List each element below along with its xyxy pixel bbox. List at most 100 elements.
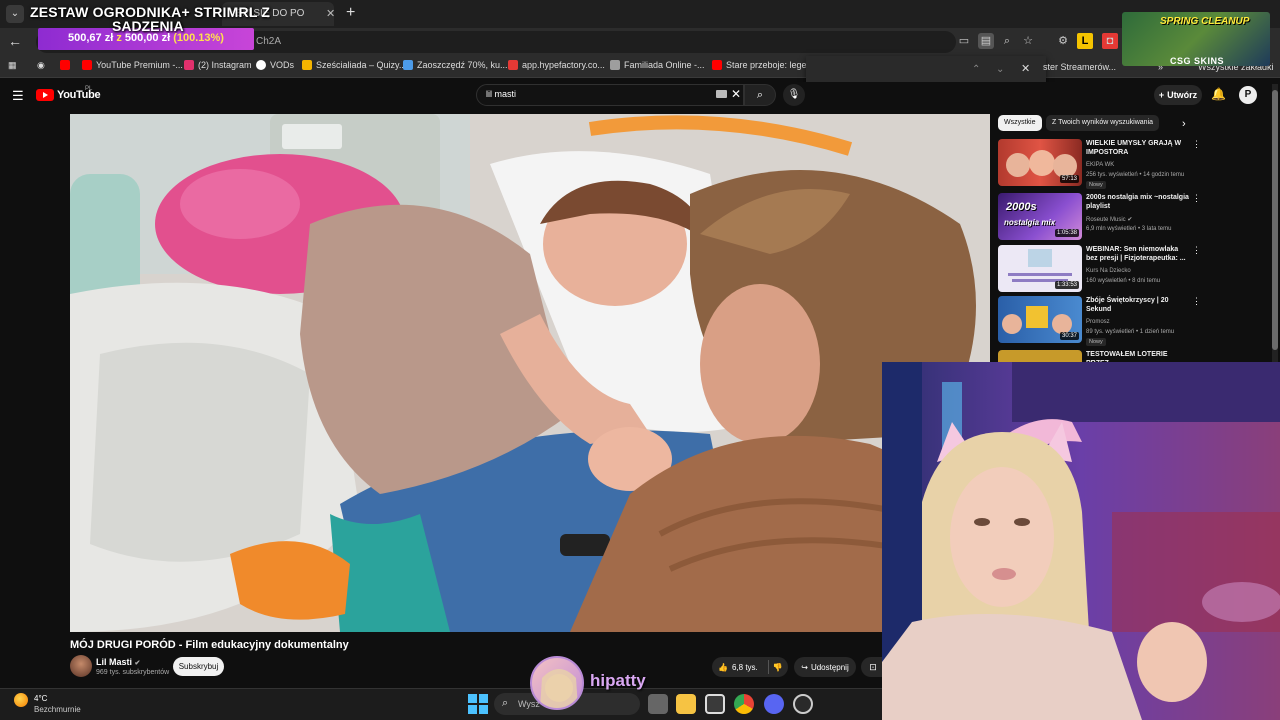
video-thumbnail[interactable] xyxy=(998,350,1082,362)
recommendation-meta: 6,9 mln wyświetleń • 3 lata temu xyxy=(1086,226,1172,232)
weather-sun-icon[interactable] xyxy=(14,693,28,707)
bookmark-item[interactable]: YouTube Premium -... xyxy=(82,60,183,70)
weather-temperature[interactable]: 4°C xyxy=(34,694,47,703)
video-duration: 1:05:38 xyxy=(1054,229,1079,237)
recommendation-meta: 256 tys. wyświetleń • 14 godzin temu xyxy=(1086,172,1185,178)
reader-icon[interactable]: ▤ xyxy=(978,33,994,49)
channel-name[interactable]: Lil Masti ✔ xyxy=(96,657,140,667)
donation-percent: (100.13%) xyxy=(173,32,224,44)
thumbs-down-icon[interactable]: 👎 xyxy=(773,663,783,672)
zoom-icon[interactable]: ⌕ xyxy=(999,33,1015,49)
chip-from-search[interactable]: Z Twoich wyników wyszukiwania xyxy=(1046,115,1160,131)
streamer-avatar xyxy=(530,656,584,710)
recommendation-title[interactable]: 2000s nostalgia mix ~nostalgia playlist xyxy=(1086,193,1190,211)
scrollbar-thumb[interactable] xyxy=(1272,90,1278,350)
tab-search-icon[interactable]: ⌄ xyxy=(6,5,24,23)
bookmark-item[interactable]: VODs xyxy=(256,60,294,70)
video-duration: 30:37 xyxy=(1059,332,1079,340)
recommendation-channel-text: Roseute Music xyxy=(1086,217,1126,223)
video-thumbnail[interactable]: 57:13 xyxy=(998,139,1082,186)
youtube-icon xyxy=(82,60,92,70)
subscribe-button[interactable]: Subskrybuj xyxy=(173,657,224,676)
close-tab-icon[interactable]: ✕ xyxy=(326,7,335,20)
search-input[interactable] xyxy=(476,84,744,106)
video-thumbnail[interactable]: 30:37 xyxy=(998,296,1082,343)
streamer-webcam xyxy=(882,362,1280,720)
recommendation-title[interactable]: WIELKIE UMYSŁY GRAJĄ W IMPOSTORA xyxy=(1086,139,1190,157)
video-thumbnail[interactable]: 2000s nostalgia mix 1:05:38 xyxy=(998,193,1082,240)
bookmark-item[interactable]: ster Streamerów... xyxy=(1043,62,1116,72)
recommendation-item[interactable]: 30:37 Zbóje Świętokrzyscy | 20 Sekund Pr… xyxy=(998,296,1201,346)
donation-goal: 500,00 zł xyxy=(124,32,171,44)
share-icon: ↪ xyxy=(801,662,808,672)
menu-icon[interactable]: ☰ xyxy=(12,88,24,104)
apps-grid-icon[interactable]: ▦ xyxy=(8,60,17,71)
recommendation-channel[interactable]: Promosz xyxy=(1086,319,1110,325)
obs-icon[interactable] xyxy=(793,694,813,714)
bookmark-star-icon[interactable]: ☆ xyxy=(1020,33,1036,49)
recommendation-item[interactable]: 2000s nostalgia mix 1:05:38 2000s nostal… xyxy=(998,193,1201,243)
back-arrow-icon[interactable]: ← xyxy=(8,33,22,49)
recommendation-item[interactable]: 57:13 WIELKIE UMYSŁY GRAJĄ W IMPOSTORA E… xyxy=(998,139,1201,189)
like-button[interactable]: 👍 6,8 tys. 👎 xyxy=(712,657,788,677)
more-options-icon[interactable]: ⋮ xyxy=(1192,193,1201,204)
keyboard-icon[interactable] xyxy=(716,90,727,98)
extension-l-icon[interactable]: L xyxy=(1077,33,1093,49)
recommendation-channel[interactable]: EKIPA WK xyxy=(1086,162,1114,168)
bookmark-label: Stare przeboje: lege... xyxy=(726,60,815,70)
country-code: PL xyxy=(85,86,93,92)
recommendation-title[interactable]: TESTOWAŁEM LOTERIE PRZEZ xyxy=(1086,350,1190,362)
bookmark-item[interactable] xyxy=(60,60,70,70)
video-thumbnail[interactable]: 1:33:53 xyxy=(998,245,1082,292)
familiada-icon xyxy=(610,60,620,70)
bookmark-item[interactable]: Stare przeboje: lege... xyxy=(712,60,814,70)
more-options-icon[interactable]: ⋮ xyxy=(1192,245,1201,256)
bookmark-item[interactable]: (2) Instagram xyxy=(184,60,252,70)
clear-search-icon[interactable]: ✕ xyxy=(731,87,741,101)
recommendation-channel[interactable]: Kurs Na Dziecko xyxy=(1086,268,1131,274)
video-player[interactable] xyxy=(70,114,990,632)
find-next-icon[interactable]: ⌄ xyxy=(996,64,1004,75)
bookmark-label: (2) Instagram xyxy=(198,60,252,70)
chrome-icon[interactable] xyxy=(734,694,754,714)
video-title: MÓJ DRUGI PORÓD - Film edukacyjny dokume… xyxy=(70,639,349,651)
recommendation-item[interactable]: TESTOWAŁEM LOTERIE PRZEZ xyxy=(998,350,1198,362)
chip-all[interactable]: Wszystkie xyxy=(998,115,1042,131)
channel-avatar[interactable] xyxy=(70,655,92,677)
microphone-icon[interactable]: 🎙 xyxy=(783,84,805,106)
video-duration: 57:13 xyxy=(1059,175,1079,183)
recommendation-title[interactable]: WEBINAR: Sen niemowlaka bez presji | Fiz… xyxy=(1086,245,1190,263)
bookmark-item[interactable]: Sześcialiada – Quizy... xyxy=(302,60,406,70)
chevron-right-icon[interactable]: › xyxy=(1182,118,1186,130)
new-tab-button[interactable]: + xyxy=(346,4,355,22)
bookmark-item[interactable]: Familiada Online -... xyxy=(610,60,705,70)
bookmark-item[interactable]: Zaoszczędź 70%, ku... xyxy=(403,60,508,70)
recommendation-item[interactable]: 1:33:53 WEBINAR: Sen niemowlaka bez pres… xyxy=(998,245,1201,295)
notifications-bell-icon[interactable]: 🔔 xyxy=(1211,87,1226,101)
file-explorer-icon[interactable] xyxy=(676,694,696,714)
task-view-icon[interactable] xyxy=(648,694,668,714)
extension-icon[interactable]: ⚙ xyxy=(1055,33,1071,49)
github-icon[interactable]: ◉ xyxy=(37,60,45,71)
find-previous-icon[interactable]: ⌃ xyxy=(972,64,980,75)
extension-red-icon[interactable]: ◘ xyxy=(1102,33,1118,49)
recommendation-channel[interactable]: Roseute Music ✔ xyxy=(1086,216,1132,223)
channel-name-text: Lil Masti xyxy=(96,657,133,667)
more-options-icon[interactable]: ⋮ xyxy=(1192,296,1201,307)
find-close-icon[interactable]: ✕ xyxy=(1021,62,1030,75)
search-button[interactable]: ⌕ xyxy=(744,84,776,106)
bookmark-item[interactable]: app.hypefactory.co... xyxy=(508,60,605,70)
discord-icon[interactable] xyxy=(764,694,784,714)
account-avatar[interactable]: P xyxy=(1239,86,1257,104)
cast-icon[interactable]: ▭ xyxy=(956,33,972,49)
plus-icon: + xyxy=(1158,90,1165,100)
create-button[interactable]: + Utwórz xyxy=(1154,85,1202,105)
recommendation-title[interactable]: Zbóje Świętokrzyscy | 20 Sekund xyxy=(1086,296,1190,314)
microsoft-store-icon[interactable] xyxy=(705,694,725,714)
weather-status[interactable]: Bezchmurnie xyxy=(34,705,81,714)
share-button[interactable]: ↪ Udostępnij xyxy=(794,657,856,677)
donation-of: z xyxy=(116,32,122,44)
windows-start-icon[interactable] xyxy=(468,694,488,714)
hypefactory-icon xyxy=(508,60,518,70)
more-options-icon[interactable]: ⋮ xyxy=(1192,139,1201,150)
